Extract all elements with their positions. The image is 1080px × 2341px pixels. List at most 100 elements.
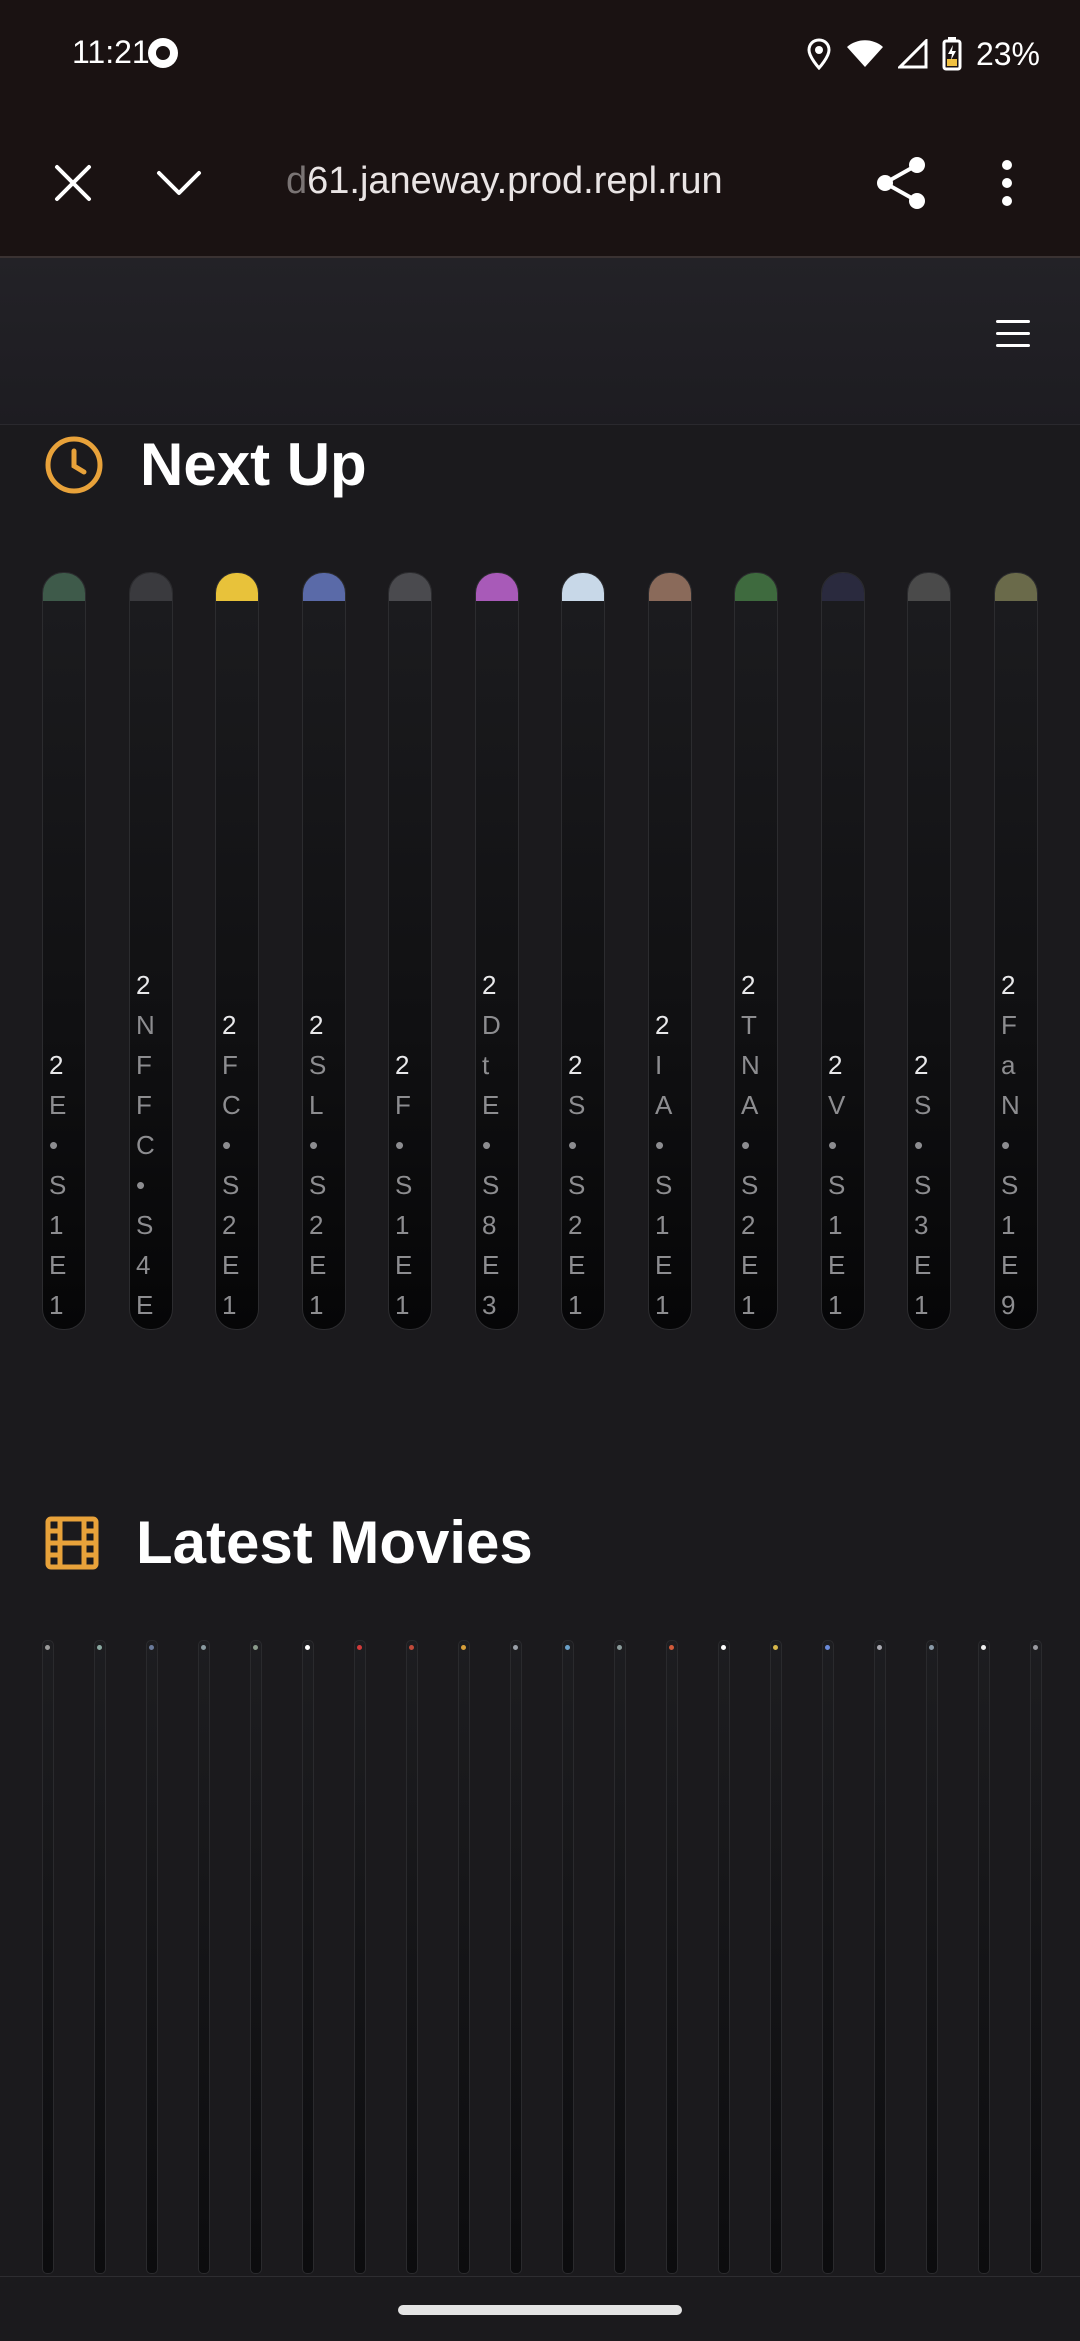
movie-card[interactable] bbox=[978, 1640, 990, 2274]
close-icon bbox=[55, 165, 91, 201]
movie-poster bbox=[357, 1645, 362, 1650]
episode-info-line: 4 bbox=[136, 1250, 151, 1280]
movie-poster bbox=[773, 1645, 778, 1650]
movie-card[interactable] bbox=[458, 1640, 470, 2274]
share-button[interactable] bbox=[866, 148, 936, 218]
episode-info-line: S bbox=[568, 1170, 586, 1200]
movie-card[interactable] bbox=[770, 1640, 782, 2274]
latest-movies-header: Latest Movies bbox=[44, 1508, 533, 1577]
episode-info-line: • bbox=[136, 1170, 146, 1200]
episode-info: 2 I A • S 1 E 1 bbox=[649, 1005, 689, 1325]
episode-thumbnail bbox=[43, 573, 85, 601]
episode-info-line: 2 bbox=[482, 970, 497, 1000]
movie-card[interactable] bbox=[198, 1640, 210, 2274]
movie-card[interactable] bbox=[42, 1640, 54, 2274]
episode-info-line: 2 bbox=[222, 1210, 237, 1240]
episode-info-line: E bbox=[49, 1090, 67, 1120]
episode-info-line: S bbox=[49, 1170, 67, 1200]
hamburger-icon[interactable] bbox=[996, 320, 1030, 350]
episode-thumbnail bbox=[216, 573, 258, 601]
next-up-card[interactable]: 2 S L • S 2 E 1 bbox=[302, 572, 346, 1330]
home-handle[interactable] bbox=[398, 2305, 682, 2315]
next-up-card[interactable]: 2 S • S 3 E 1 bbox=[907, 572, 951, 1330]
next-up-card[interactable]: 2 I A • S 1 E 1 bbox=[648, 572, 692, 1330]
episode-info-line: F bbox=[222, 1050, 238, 1080]
movie-card[interactable] bbox=[302, 1640, 314, 2274]
movie-card[interactable] bbox=[354, 1640, 366, 2274]
movie-poster bbox=[409, 1645, 414, 1650]
movie-card[interactable] bbox=[146, 1640, 158, 2274]
episode-thumbnail bbox=[995, 573, 1037, 601]
movie-poster bbox=[305, 1645, 310, 1650]
episode-info-line: E bbox=[741, 1250, 759, 1280]
episode-info-line: 8 bbox=[482, 1210, 497, 1240]
next-up-card[interactable]: 2 S • S 2 E 1 bbox=[561, 572, 605, 1330]
next-up-card[interactable]: 2 Dt E • S 8 E 3 bbox=[475, 572, 519, 1330]
movie-card[interactable] bbox=[510, 1640, 522, 2274]
episode-info: 2 N F F C • S 4 E bbox=[130, 965, 170, 1325]
movie-card[interactable] bbox=[562, 1640, 574, 2274]
movie-poster bbox=[45, 1645, 50, 1650]
episode-info-line: • bbox=[309, 1130, 319, 1160]
episode-info-line: • bbox=[49, 1130, 59, 1160]
episode-info-line: 2 bbox=[222, 1010, 237, 1040]
next-up-title: Next Up bbox=[140, 431, 367, 498]
episode-thumbnail bbox=[735, 573, 777, 601]
movie-poster bbox=[565, 1645, 570, 1650]
movie-card[interactable] bbox=[822, 1640, 834, 2274]
episode-info-line: • bbox=[222, 1130, 232, 1160]
episode-thumbnail bbox=[908, 573, 950, 601]
movie-poster bbox=[721, 1645, 726, 1650]
episode-info-line: C bbox=[136, 1130, 155, 1160]
url-text: 61.janeway.prod.repl.run bbox=[307, 160, 723, 202]
episode-info-line: 3 bbox=[482, 1290, 497, 1320]
episode-info-line: E bbox=[395, 1250, 413, 1280]
episode-info-line: 1 bbox=[914, 1290, 929, 1320]
movie-card[interactable] bbox=[250, 1640, 262, 2274]
url-bar[interactable]: d61.janeway.prod.repl.run bbox=[286, 160, 723, 203]
next-up-card[interactable]: 2 E • S 1 E 1 bbox=[42, 572, 86, 1330]
movie-poster bbox=[513, 1645, 518, 1650]
more-options-button[interactable] bbox=[972, 148, 1042, 218]
episode-info-line: • bbox=[828, 1130, 838, 1160]
episode-info-line: A bbox=[655, 1090, 673, 1120]
more-vert-icon bbox=[1002, 160, 1012, 206]
status-icons: 23% bbox=[806, 30, 1040, 78]
movie-card[interactable] bbox=[406, 1640, 418, 2274]
movie-poster bbox=[669, 1645, 674, 1650]
episode-thumbnail bbox=[649, 573, 691, 601]
movie-card[interactable] bbox=[94, 1640, 106, 2274]
wifi-icon bbox=[846, 40, 883, 67]
episode-info-line: S bbox=[395, 1170, 413, 1200]
episode-info: 2 S L • S 2 E 1 bbox=[303, 1005, 343, 1325]
status-time: 11:21 bbox=[72, 34, 150, 70]
movie-card[interactable] bbox=[874, 1640, 886, 2274]
location-icon bbox=[807, 38, 831, 70]
episode-info-line: A bbox=[741, 1090, 759, 1120]
next-up-card[interactable]: 2 Fa N • S 1 E 9 bbox=[994, 572, 1038, 1330]
close-button[interactable] bbox=[38, 148, 108, 218]
next-up-card[interactable]: 2 N F F C • S 4 E bbox=[129, 572, 173, 1330]
episode-info-line: E bbox=[222, 1250, 240, 1280]
episode-info-line: 2 bbox=[1001, 970, 1016, 1000]
next-up-card[interactable]: 2 V • S 1 E 1 bbox=[821, 572, 865, 1330]
episode-info-line: 1 bbox=[309, 1290, 324, 1320]
movie-card[interactable] bbox=[718, 1640, 730, 2274]
battery-percent: 23% bbox=[975, 35, 1040, 72]
movie-poster bbox=[1033, 1645, 1038, 1650]
movie-card[interactable] bbox=[926, 1640, 938, 2274]
collapse-button[interactable] bbox=[144, 148, 214, 218]
episode-info-line: S bbox=[741, 1170, 759, 1200]
movie-card[interactable] bbox=[1030, 1640, 1042, 2274]
movie-card[interactable] bbox=[614, 1640, 626, 2274]
episode-info-line: F bbox=[1001, 1010, 1017, 1040]
movie-card[interactable] bbox=[666, 1640, 678, 2274]
episode-info-line: E bbox=[309, 1250, 327, 1280]
next-up-card[interactable]: 2 T N A • S 2 E 1 bbox=[734, 572, 778, 1330]
latest-movies-title: Latest Movies bbox=[136, 1509, 533, 1576]
episode-info-line: 9 bbox=[1001, 1290, 1016, 1320]
episode-thumbnail bbox=[303, 573, 345, 601]
next-up-card[interactable]: 2 F C • S 2 E 1 bbox=[215, 572, 259, 1330]
episode-info-line: E bbox=[136, 1290, 154, 1320]
next-up-card[interactable]: 2 F • S 1 E 1 bbox=[388, 572, 432, 1330]
